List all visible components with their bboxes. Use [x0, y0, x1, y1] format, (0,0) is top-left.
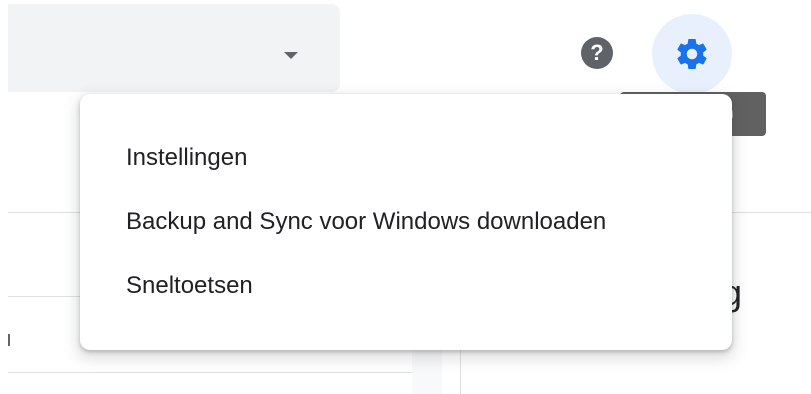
menu-item-settings[interactable]: Instellingen: [80, 126, 732, 190]
help-button[interactable]: ?: [576, 32, 618, 74]
menu-item-keyboard-shortcuts[interactable]: Sneltoetsen: [80, 254, 732, 318]
page: erg ? Instellingen Instellingen Backup a…: [0, 0, 811, 394]
menu-item-backup-sync-download[interactable]: Backup and Sync voor Windows downloaden: [80, 190, 732, 254]
help-circle-icon: ?: [581, 37, 613, 69]
settings-menu: Instellingen Backup and Sync voor Window…: [80, 94, 732, 350]
settings-button[interactable]: [652, 14, 732, 94]
caret-down-icon[interactable]: [284, 52, 298, 59]
list-item-fragment: [8, 334, 10, 346]
gear-icon: [677, 39, 707, 69]
list-divider: [8, 372, 412, 373]
search-bar[interactable]: [8, 4, 340, 92]
